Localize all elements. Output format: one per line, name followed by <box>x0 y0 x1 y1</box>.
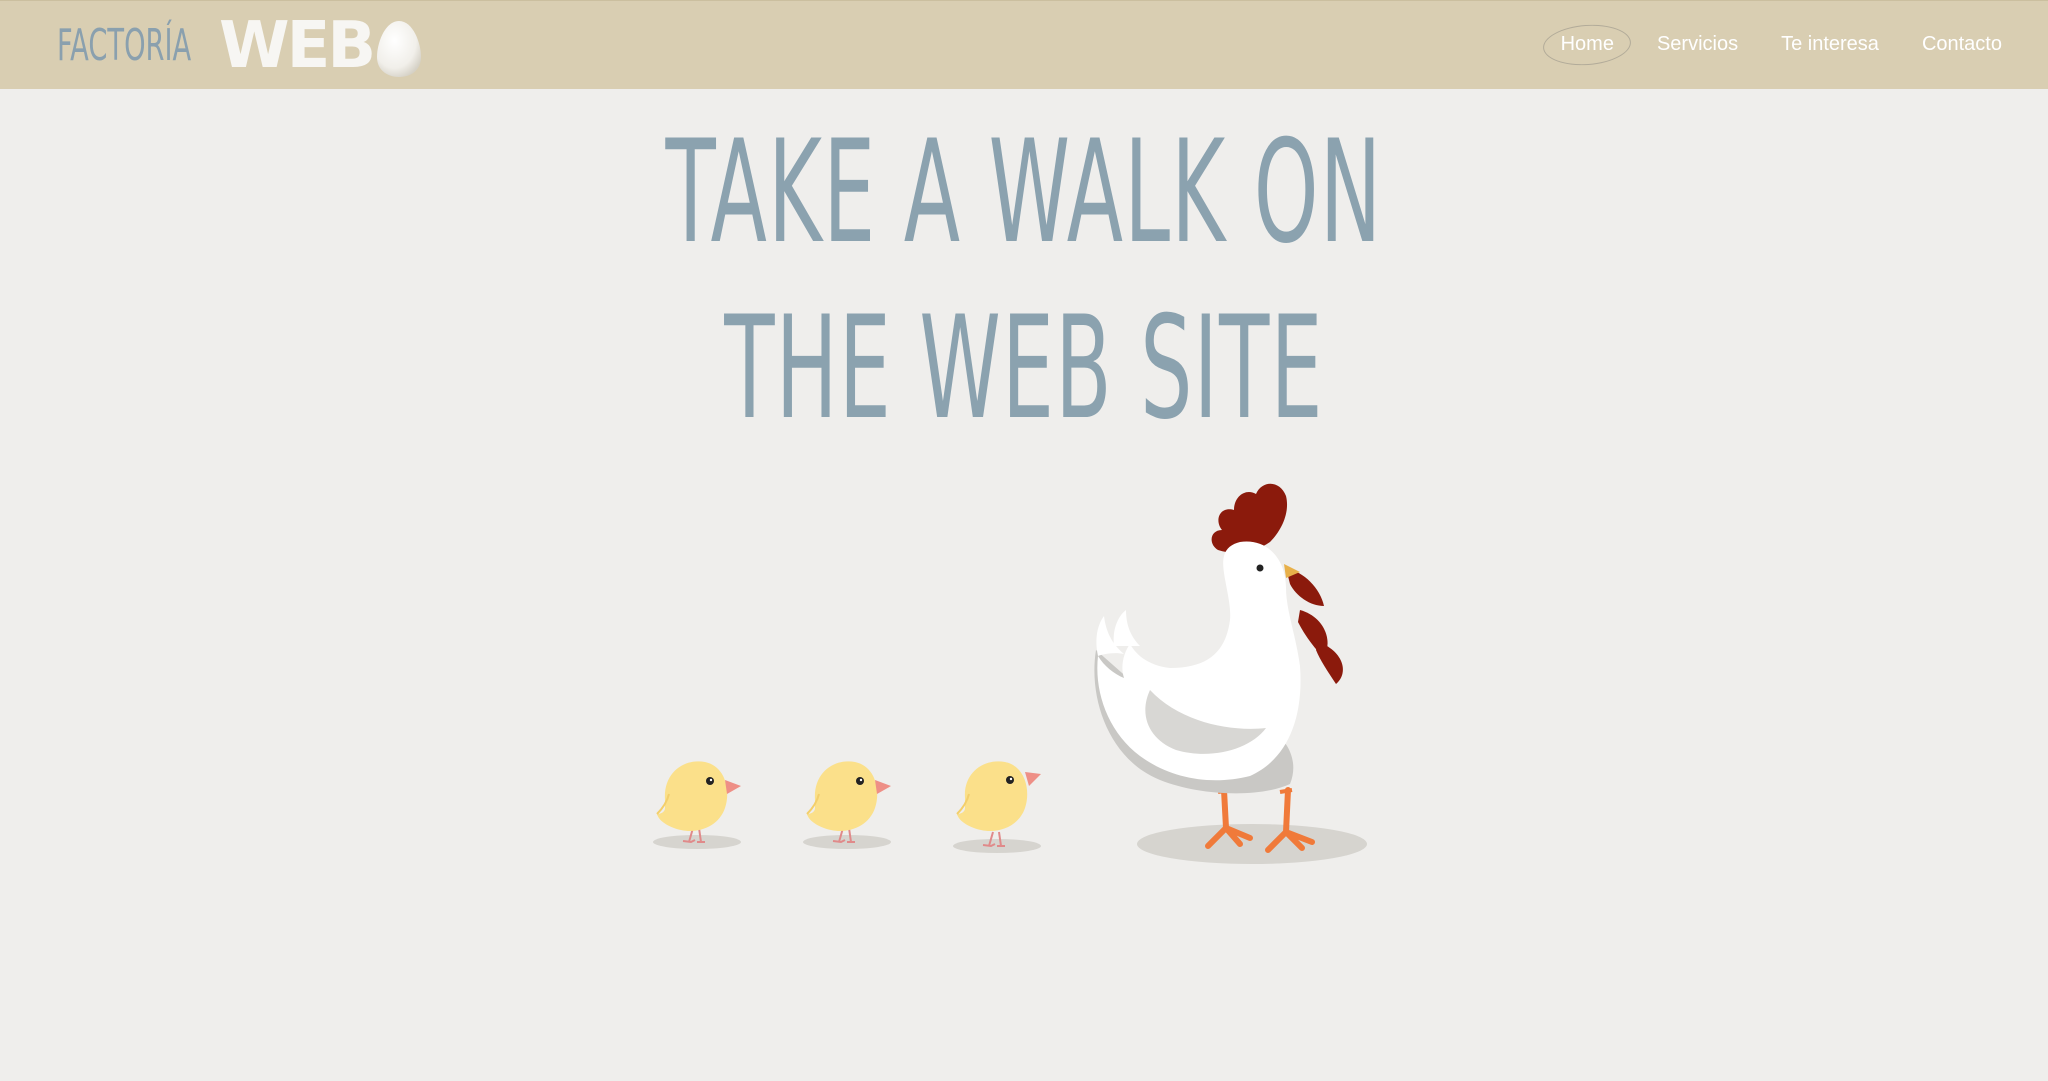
nav-home[interactable]: Home <box>1561 23 1614 66</box>
hero: TAKE A WALK ON THE WEB SITE <box>0 105 2048 457</box>
chick-icon <box>953 761 1041 853</box>
nav-servicios[interactable]: Servicios <box>1657 23 1738 66</box>
site-logo[interactable]: FACTORÍA WEB <box>57 7 423 85</box>
hero-title-line-1: TAKE A WALK ON <box>665 110 1383 275</box>
egg-icon <box>377 21 422 77</box>
chick-icon <box>653 761 741 849</box>
main-nav: Home Servicios Te interesa Contacto <box>1518 23 2002 66</box>
logo-factoria-text: FACTORÍA <box>57 20 192 71</box>
site-header: FACTORÍA WEB Home Servicios Te interesa … <box>0 0 2048 89</box>
chick-icon <box>803 761 891 849</box>
hen-and-chicks-illustration <box>653 483 1367 864</box>
hen-icon <box>1094 483 1367 864</box>
logo-web-text: WEB <box>219 9 376 83</box>
hero-title-line-2: THE WEB SITE <box>724 286 1324 451</box>
nav-contacto[interactable]: Contacto <box>1922 23 2002 66</box>
nav-te-interesa[interactable]: Te interesa <box>1781 23 1879 66</box>
